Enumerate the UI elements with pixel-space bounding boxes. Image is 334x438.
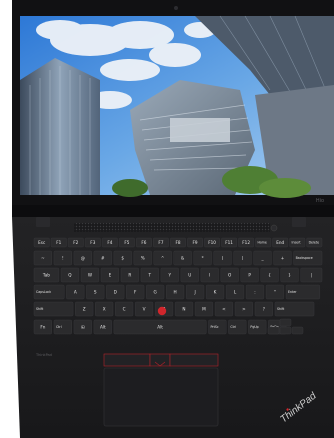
hinge [12, 205, 334, 217]
hinge-left [36, 217, 50, 227]
key-sym-11-label: { [268, 272, 271, 277]
key-w-2-label: W [88, 272, 92, 277]
laptop-photo: Hio Esc F1 F2 F3 F4 F5 F6 F7 F8 F9 F10 F11 F12 Home En… [0, 0, 334, 438]
key-sym-10-label: ? [263, 306, 265, 311]
key-y-6-label: Y [168, 272, 172, 277]
key-sym-12-label: + [281, 255, 285, 260]
bezel-text: Hio [316, 198, 324, 204]
webcam [174, 6, 178, 10]
key-f11-label: F11 [225, 240, 233, 245]
key-pgup-7-label: PgUp [250, 325, 258, 329]
touchpad[interactable] [103, 367, 219, 427]
key-f2-label: F2 [73, 240, 78, 245]
key-e-3-label: E [109, 272, 112, 277]
key-shift-11-label: Shift [277, 307, 285, 311]
key-f10-label: F10 [208, 240, 216, 245]
key-t-5-label: T [148, 272, 152, 277]
key-i-8-label: I [209, 272, 210, 277]
key-esc-label: Esc [38, 240, 46, 245]
key-delete-label: Delete [309, 241, 320, 245]
key-backspace-13-label: Backspace [296, 256, 313, 260]
key-ctrl-1-label: Ctrl [56, 325, 62, 329]
key-f8-label: F8 [175, 240, 180, 245]
key-fn-0-label: Fn [40, 324, 45, 329]
key-sym-9-label: > [242, 306, 246, 311]
key-sym-0-label: ~ [41, 255, 45, 260]
key-x-2-label: X [103, 306, 106, 311]
key-ctrl-6-label: Ctrl [230, 325, 236, 329]
key-home-label: Home [257, 241, 266, 245]
key-sym-13-label: | [311, 272, 312, 277]
power-button[interactable] [270, 224, 278, 232]
key-v-4-label: V [143, 306, 146, 311]
trackpoint[interactable] [157, 306, 167, 316]
hinge-right [292, 217, 306, 227]
palmrest-label: ThinkPad [35, 353, 52, 357]
key-sym-10-label: : [254, 289, 255, 294]
key-prtsc-5-label: PrtSc [210, 325, 218, 329]
arrow-right-key[interactable] [291, 326, 304, 335]
key-g-5-label: G [154, 289, 157, 294]
key-d-3-label: D [114, 289, 117, 294]
key-alt-3-label: Alt [100, 324, 106, 329]
key-n-6-label: N [182, 306, 185, 311]
key-sym-5-label: % [141, 255, 145, 260]
key-insert-label: Insert [292, 241, 302, 245]
arrow-left-key[interactable] [267, 326, 280, 335]
key-enter-12-label: Enter [288, 290, 297, 294]
key-capslock-0-label: CapsLock [36, 290, 51, 294]
key-sym-2-label: ⊞ [81, 324, 85, 329]
key-r-4-label: R [128, 272, 131, 277]
key-a-1-label: A [74, 289, 77, 294]
key-h-6-label: H [174, 289, 177, 294]
key-sym-8-label: * [202, 255, 204, 260]
speaker-grille [74, 223, 270, 232]
key-s-2-label: S [94, 289, 97, 294]
key-shift-0-label: Shift [36, 307, 44, 311]
laptop-scene: Hio Esc F1 F2 F3 F4 F5 F6 F7 F8 F9 F10 F11 F12 Home En… [12, 0, 334, 438]
trackpad-buttons [103, 353, 219, 367]
key-c-3-label: C [123, 306, 126, 311]
key-sym-12-label: } [288, 272, 291, 277]
key-k-8-label: K [214, 289, 217, 294]
key-f7-label: F7 [158, 240, 163, 245]
key-f5-label: F5 [124, 240, 129, 245]
key-sym-6-label: ^ [161, 255, 165, 260]
key-sym-3-label: # [101, 255, 105, 260]
key-f3-label: F3 [90, 240, 95, 245]
key-sym-4-label: $ [121, 255, 124, 260]
screen-wallpaper [20, 15, 334, 198]
right-click-button[interactable] [169, 353, 219, 367]
key-u-7-label: U [188, 272, 191, 277]
key-f9-label: F9 [192, 240, 197, 245]
middle-click-button[interactable] [149, 353, 171, 367]
key-f12-label: F12 [242, 240, 250, 245]
key-j-7-label: J [193, 289, 195, 294]
key-alt-4-label: Alt [157, 324, 163, 329]
arrow-down-key[interactable] [279, 326, 292, 335]
key-f4-label: F4 [107, 240, 112, 245]
arrow-up-key[interactable] [279, 318, 292, 327]
key-z-1-label: Z [83, 306, 86, 311]
key-end-label: End [276, 240, 284, 245]
left-click-button[interactable] [103, 353, 151, 367]
key-m-7-label: M [202, 306, 206, 311]
key-sym-11-label: " [274, 289, 276, 294]
key-sym-2-label: @ [81, 255, 85, 260]
key-tab-0-label: Tab [42, 272, 50, 277]
sky-bridge [170, 118, 230, 142]
key-f1-label: F1 [56, 240, 61, 245]
key-sym-8-label: < [222, 306, 226, 311]
key-f6-label: F6 [141, 240, 146, 245]
